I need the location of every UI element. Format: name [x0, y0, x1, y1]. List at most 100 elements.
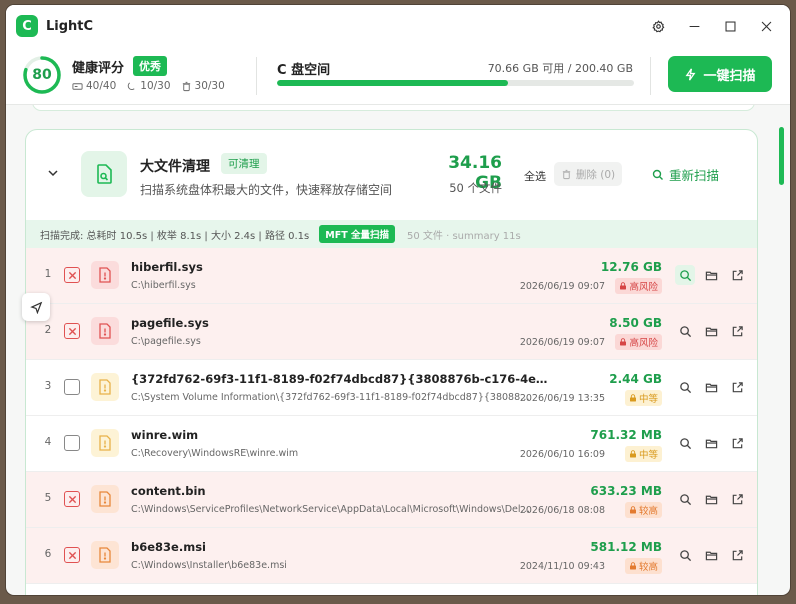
row-checkbox[interactable] — [64, 323, 80, 339]
row-index: 2 — [44, 324, 52, 336]
open-folder-button[interactable] — [701, 489, 721, 509]
lock-icon — [629, 506, 636, 514]
settings-button[interactable] — [640, 5, 676, 47]
open-file-button[interactable] — [727, 321, 747, 341]
open-folder-button[interactable] — [701, 545, 721, 565]
divider — [650, 57, 651, 95]
open-file-button[interactable] — [727, 433, 747, 453]
table-row[interactable]: 4 winre.wim C:\Recovery\WindowsRE\winre.wi… — [26, 416, 757, 472]
category-icon — [81, 151, 127, 197]
row-checkbox[interactable] — [64, 491, 80, 507]
delete-button[interactable]: 删除 (0) — [554, 162, 622, 186]
stat-disk: 40/40 — [72, 80, 116, 92]
trash-icon — [182, 81, 190, 91]
file-path: C:\Recovery\WindowsRE\winre.wim — [131, 448, 299, 459]
disk-usage-bar — [277, 80, 634, 86]
app-logo: C — [16, 15, 38, 37]
risk-badge: 高风险 — [615, 334, 662, 350]
file-warning-icon — [91, 317, 119, 345]
row-actions — [675, 489, 747, 509]
scrollbar-thumb[interactable] — [779, 127, 784, 185]
table-row[interactable]: 3 {372fd762-69f3-11f1-8189-f02f74dbcd87}{… — [26, 360, 757, 416]
scan-summary: 50 文件 · summary 11s — [407, 230, 521, 242]
folder-icon — [705, 383, 717, 392]
stat-sleep: 10/30 — [126, 80, 171, 92]
preview-button[interactable] — [675, 265, 695, 285]
open-file-button[interactable] — [727, 489, 747, 509]
moon-icon — [128, 81, 135, 90]
file-name: pagefile.sys — [131, 316, 209, 330]
title-bar: C LightC — [6, 5, 790, 47]
open-folder-button[interactable] — [701, 377, 721, 397]
category-badge: 可清理 — [221, 153, 267, 174]
file-name: hiberfil.sys — [131, 260, 203, 274]
row-actions — [675, 321, 747, 341]
drive-icon — [72, 82, 83, 90]
table-row[interactable]: 6 b6e83e.msi C:\Windows\Installer\b6e83e.m… — [26, 528, 757, 584]
folder-icon — [705, 495, 717, 504]
row-checkbox[interactable] — [64, 435, 80, 451]
preview-button[interactable] — [675, 433, 695, 453]
lock-icon — [629, 562, 636, 570]
lock-icon — [629, 450, 636, 458]
select-all-button[interactable]: 全选 — [524, 168, 546, 184]
file-warning-icon — [91, 429, 119, 457]
open-file-button[interactable] — [727, 265, 747, 285]
external-link-icon — [732, 269, 743, 280]
app-title: LightC — [46, 18, 94, 34]
file-path: C:\pagefile.sys — [131, 336, 201, 347]
risk-badge: 中等 — [624, 446, 662, 462]
scan-info-bar: 扫描完成: 总耗时 10.5s | 枚举 8.1s | 大小 2.4s | 路径… — [26, 220, 757, 248]
row-checkbox[interactable] — [64, 547, 80, 563]
close-icon — [761, 21, 771, 31]
folder-icon — [705, 327, 717, 336]
close-icon — [68, 327, 76, 335]
app-window: C LightC 80 健康评分 优秀 40/40 10/30 30/30 C … — [6, 5, 790, 595]
preview-button[interactable] — [675, 377, 695, 397]
file-warning-icon — [91, 261, 119, 289]
close-button[interactable] — [748, 5, 784, 47]
file-warning-icon — [91, 485, 119, 513]
preview-button[interactable] — [675, 545, 695, 565]
open-folder-button[interactable] — [701, 321, 721, 341]
lock-icon — [620, 282, 627, 290]
row-actions — [675, 377, 747, 397]
open-folder-button[interactable] — [701, 265, 721, 285]
open-file-button[interactable] — [727, 545, 747, 565]
folder-icon — [705, 271, 717, 280]
table-row[interactable]: 1 hiberfil.sys C:\hiberfil.sys 12.76 GB 2026… — [26, 248, 757, 304]
open-folder-button[interactable] — [701, 433, 721, 453]
file-path: C:\Windows\Installer\b6e83e.msi — [131, 560, 287, 571]
file-date: 2024/11/10 09:43 — [519, 561, 605, 572]
file-size: 12.76 GB — [600, 260, 662, 274]
risk-badge: 较高 — [624, 558, 662, 574]
folder-icon — [705, 439, 717, 448]
trash-icon — [562, 169, 571, 179]
file-path: C:\System Volume Information\{372fd762-6… — [131, 392, 531, 403]
search-icon — [679, 269, 691, 281]
chevron-down-icon[interactable] — [46, 166, 60, 180]
open-file-button[interactable] — [727, 377, 747, 397]
disk-title: C 盘空间 — [277, 63, 331, 78]
gear-icon — [651, 19, 664, 32]
close-icon — [68, 271, 76, 279]
row-checkbox[interactable] — [64, 379, 80, 395]
one-click-scan-button[interactable]: 一键扫描 — [668, 56, 772, 92]
row-index: 6 — [44, 548, 52, 560]
search-icon — [652, 169, 663, 180]
preview-button[interactable] — [675, 321, 695, 341]
file-size: 633.23 MB — [590, 484, 662, 498]
window-controls — [640, 5, 784, 47]
minimize-button[interactable] — [676, 5, 712, 47]
rescan-button[interactable]: 重新扫描 — [652, 165, 719, 184]
row-checkbox[interactable] — [64, 267, 80, 283]
side-nav-button[interactable] — [22, 293, 50, 321]
maximize-button[interactable] — [712, 5, 748, 47]
search-icon — [679, 325, 691, 337]
table-row[interactable]: 5 content.bin C:\Windows\ServiceProfiles\N… — [26, 472, 757, 528]
file-path: C:\hiberfil.sys — [131, 280, 196, 291]
scan-timing: 扫描完成: 总耗时 10.5s | 枚举 8.1s | 大小 2.4s | 路径… — [40, 230, 310, 242]
main-content[interactable]: 大文件清理 可清理 扫描系统盘体积最大的文件，快速释放存储空间 34.16 GB… — [6, 105, 790, 595]
preview-button[interactable] — [675, 489, 695, 509]
table-row[interactable]: 2 pagefile.sys C:\pagefile.sys 8.50 GB 2026/… — [26, 304, 757, 360]
